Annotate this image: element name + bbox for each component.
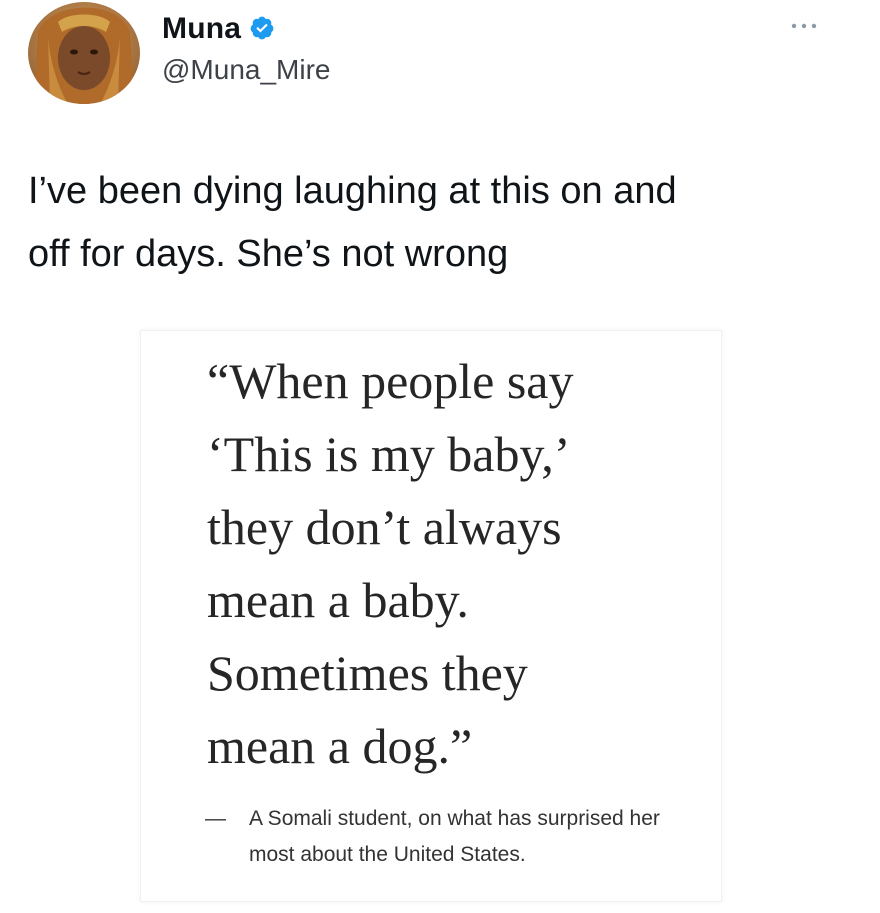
tweet-text: I’ve been dying laughing at this on and … (28, 160, 848, 286)
display-name[interactable]: Muna (162, 12, 241, 46)
avatar[interactable] (28, 2, 140, 104)
attribution: — A Somali student, on what has surprise… (205, 801, 685, 873)
handle[interactable]: @Muna_Mire (162, 54, 330, 86)
quote-text: “When people say ‘This is my baby,’ they… (207, 345, 717, 783)
verified-badge-icon (249, 15, 275, 46)
attribution-dash: — (205, 801, 249, 873)
author-row: Muna (162, 12, 275, 46)
more-options-icon[interactable] (786, 16, 822, 36)
tweet: Muna @Muna_Mire I’ve been dying laughing… (0, 0, 880, 913)
attribution-text: A Somali student, on what has surprised … (249, 801, 685, 873)
quote-card-image[interactable]: “When people say ‘This is my baby,’ they… (140, 330, 722, 902)
